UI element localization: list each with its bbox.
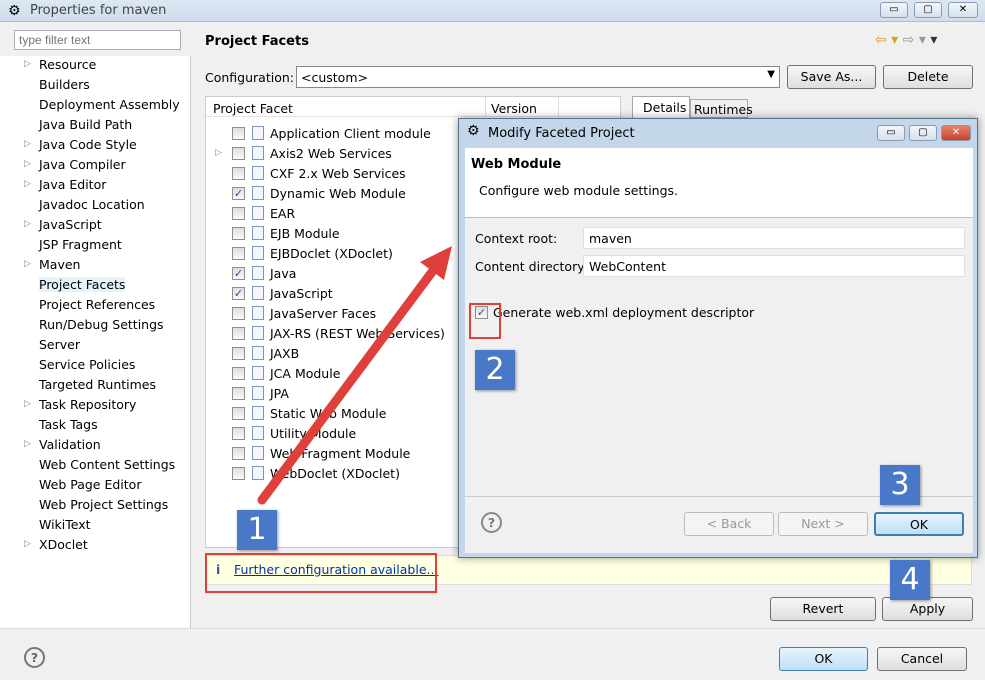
- highlight-box-link: [205, 553, 437, 593]
- step-badge-3: 3: [880, 465, 920, 505]
- annotation-arrow: [257, 246, 452, 505]
- step-badge-4: 4: [890, 560, 930, 600]
- highlight-box-checkbox: [469, 303, 501, 339]
- step-badge-2: 2: [475, 350, 515, 390]
- step-badge-1: 1: [237, 510, 277, 550]
